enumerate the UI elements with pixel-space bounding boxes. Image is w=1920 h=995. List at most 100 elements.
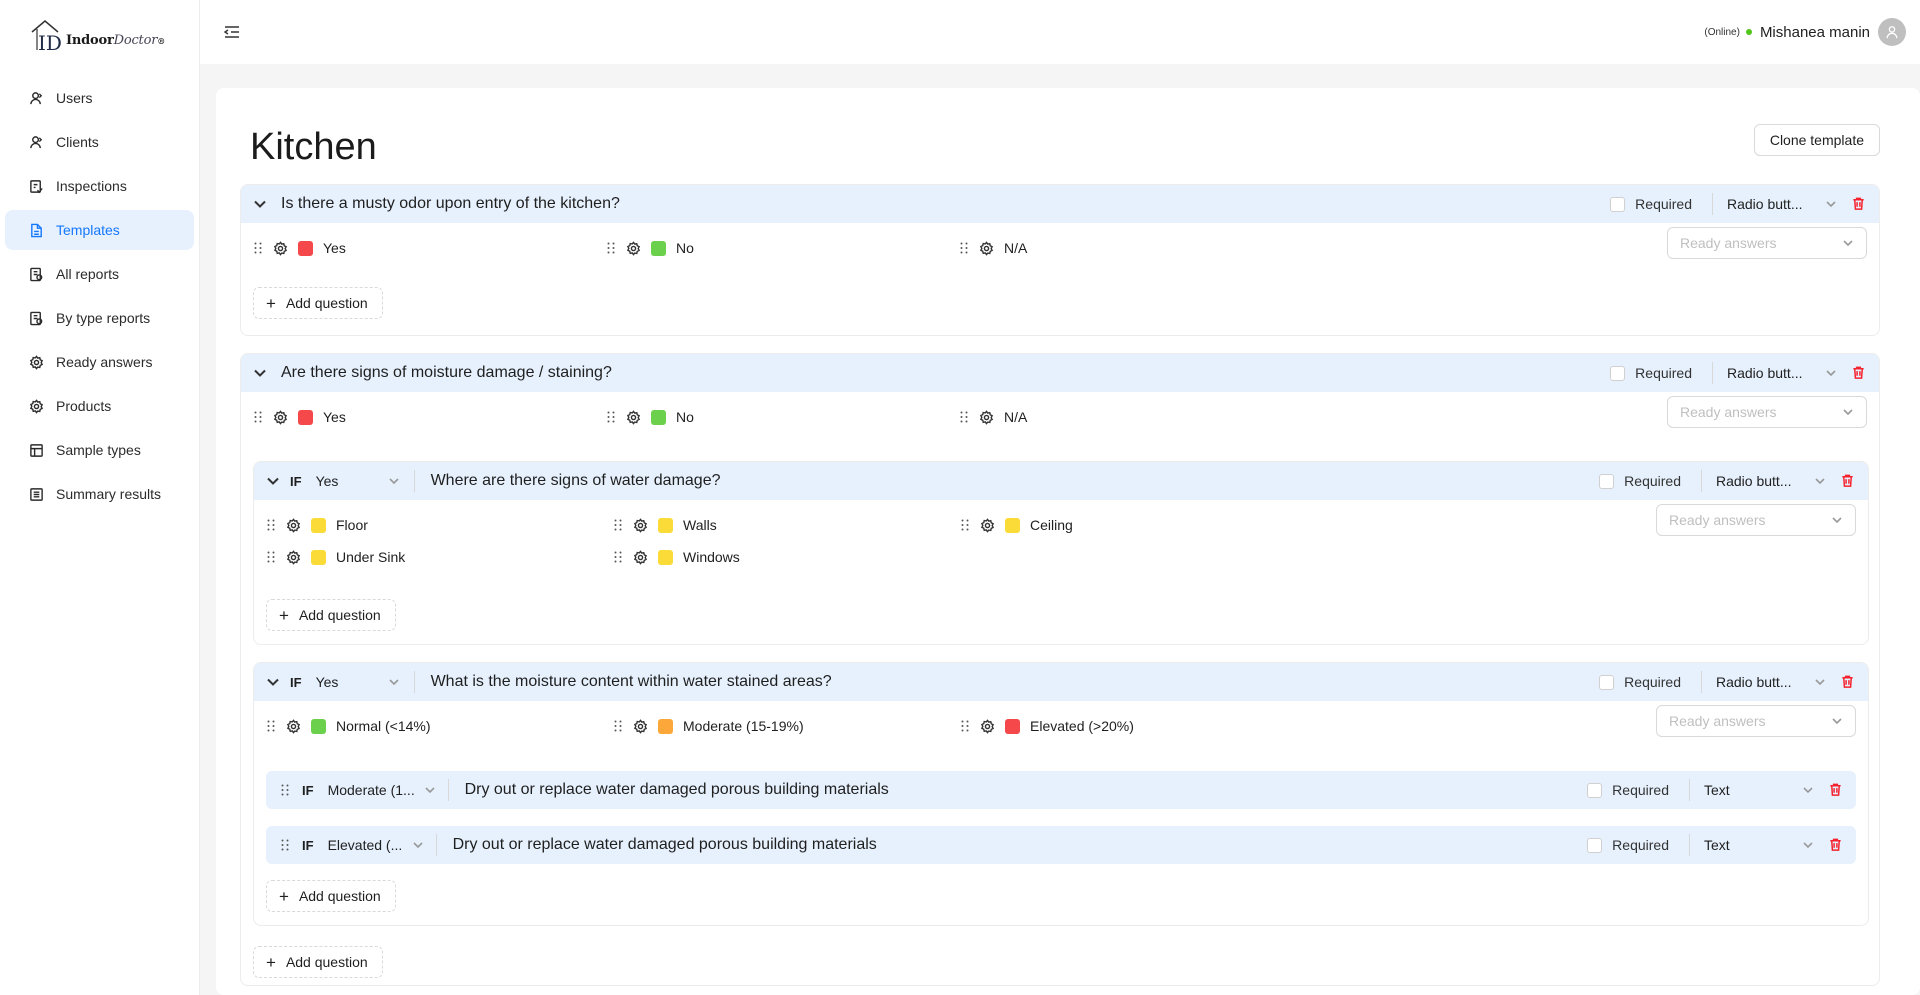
gear-icon[interactable] (273, 409, 288, 425)
required-checkbox[interactable]: Required (1587, 837, 1669, 853)
chevron-down-icon[interactable] (249, 193, 271, 215)
color-swatch[interactable] (298, 240, 313, 256)
color-swatch[interactable] (658, 549, 673, 565)
ready-answers-select[interactable]: Ready answers (1667, 227, 1867, 259)
menu-fold-icon[interactable] (222, 22, 242, 42)
question-header: IF Yes Where are there signs of water da… (254, 462, 1868, 500)
delete-icon[interactable] (1828, 782, 1844, 798)
gear-icon[interactable] (633, 517, 648, 533)
condition-select[interactable]: Moderate (1... (328, 782, 436, 798)
question-text[interactable]: Where are there signs of water damage? (431, 472, 721, 490)
color-swatch[interactable] (311, 718, 326, 734)
gear-icon[interactable] (286, 517, 301, 533)
required-checkbox[interactable]: Required (1610, 196, 1692, 212)
add-question-button[interactable]: + Add question (266, 599, 396, 631)
color-swatch[interactable] (298, 409, 313, 425)
question-type-select[interactable]: Radio butt... (1727, 196, 1837, 212)
user-menu[interactable]: (Online) Mishanea manin (1704, 18, 1906, 46)
sidebar-item-inspections[interactable]: Inspections (5, 166, 194, 206)
drag-handle-icon[interactable] (253, 410, 263, 424)
ready-answers-select[interactable]: Ready answers (1656, 705, 1856, 737)
drag-handle-icon[interactable] (280, 838, 290, 852)
drag-handle-icon[interactable] (613, 719, 623, 733)
ready-answers-select[interactable]: Ready answers (1656, 504, 1856, 536)
drag-handle-icon[interactable] (280, 783, 290, 797)
drag-handle-icon[interactable] (266, 550, 276, 564)
question-type-select[interactable]: Radio butt... (1727, 365, 1837, 381)
clone-template-button[interactable]: Clone template (1753, 124, 1880, 156)
drag-handle-icon[interactable] (960, 518, 970, 532)
drag-handle-icon[interactable] (613, 518, 623, 532)
sidebar-item-templates[interactable]: Templates (5, 210, 194, 250)
question-type-select[interactable]: Text (1704, 782, 1814, 798)
drag-handle-icon[interactable] (266, 518, 276, 532)
add-question-button[interactable]: + Add question (253, 287, 383, 319)
chevron-down-icon[interactable] (262, 671, 284, 693)
sidebar-item-summary-results[interactable]: Summary results (5, 474, 194, 514)
gear-icon[interactable] (980, 718, 995, 734)
sidebar-item-ready-answers[interactable]: Ready answers (5, 342, 194, 382)
sidebar-item-products[interactable]: Products (5, 386, 194, 426)
gear-icon[interactable] (273, 240, 288, 256)
sidebar-item-sample-types[interactable]: Sample types (5, 430, 194, 470)
add-question-button[interactable]: + Add question (253, 946, 383, 978)
delete-icon[interactable] (1851, 196, 1867, 212)
gear-icon[interactable] (633, 718, 648, 734)
color-swatch[interactable] (1005, 517, 1020, 533)
question-text[interactable]: Dry out or replace water damaged porous … (453, 836, 877, 854)
delete-icon[interactable] (1851, 365, 1867, 381)
delete-icon[interactable] (1840, 674, 1856, 690)
gear-icon[interactable] (626, 240, 641, 256)
gear-icon[interactable] (979, 409, 994, 425)
chevron-down-icon[interactable] (262, 470, 284, 492)
question-text[interactable]: Are there signs of moisture damage / sta… (281, 364, 612, 382)
color-swatch[interactable] (651, 409, 666, 425)
chevron-down-icon (1832, 718, 1842, 725)
color-swatch[interactable] (311, 517, 326, 533)
drag-handle-icon[interactable] (959, 410, 969, 424)
sidebar-item-users[interactable]: Users (5, 78, 194, 118)
avatar[interactable] (1878, 18, 1906, 46)
question-text[interactable]: Is there a musty odor upon entry of the … (281, 195, 620, 213)
app-logo[interactable]: ID IndoorDoctor® (0, 0, 199, 70)
color-swatch[interactable] (1005, 718, 1020, 734)
gear-icon[interactable] (979, 240, 994, 256)
color-swatch[interactable] (658, 517, 673, 533)
drag-handle-icon[interactable] (606, 241, 616, 255)
drag-handle-icon[interactable] (960, 719, 970, 733)
condition-select[interactable]: Yes (316, 674, 400, 690)
condition-select[interactable]: Yes (316, 473, 400, 489)
sidebar-item-by-type-reports[interactable]: By type reports (5, 298, 194, 338)
question-text[interactable]: What is the moisture content within wate… (431, 673, 832, 691)
condition-select[interactable]: Elevated (... (328, 837, 424, 853)
required-checkbox[interactable]: Required (1610, 365, 1692, 381)
ready-answers-select[interactable]: Ready answers (1667, 396, 1867, 428)
sidebar-item-clients[interactable]: Clients (5, 122, 194, 162)
chevron-down-icon[interactable] (249, 362, 271, 384)
drag-handle-icon[interactable] (959, 241, 969, 255)
delete-icon[interactable] (1828, 837, 1844, 853)
gear-icon[interactable] (626, 409, 641, 425)
gear-icon[interactable] (286, 718, 301, 734)
delete-icon[interactable] (1840, 473, 1856, 489)
color-swatch[interactable] (311, 549, 326, 565)
answer-label: Elevated (>20%) (1030, 718, 1134, 734)
drag-handle-icon[interactable] (253, 241, 263, 255)
sidebar-item-all-reports[interactable]: All reports (5, 254, 194, 294)
color-swatch[interactable] (651, 240, 666, 256)
gear-icon[interactable] (980, 517, 995, 533)
drag-handle-icon[interactable] (606, 410, 616, 424)
drag-handle-icon[interactable] (266, 719, 276, 733)
required-checkbox[interactable]: Required (1587, 782, 1669, 798)
question-type-select[interactable]: Radio butt... (1716, 674, 1826, 690)
drag-handle-icon[interactable] (613, 550, 623, 564)
question-type-select[interactable]: Text (1704, 837, 1814, 853)
required-checkbox[interactable]: Required (1599, 473, 1681, 489)
gear-icon[interactable] (633, 549, 648, 565)
question-text[interactable]: Dry out or replace water damaged porous … (465, 781, 889, 799)
color-swatch[interactable] (658, 718, 673, 734)
gear-icon[interactable] (286, 549, 301, 565)
question-type-select[interactable]: Radio butt... (1716, 473, 1826, 489)
add-question-button[interactable]: + Add question (266, 880, 396, 912)
required-checkbox[interactable]: Required (1599, 674, 1681, 690)
